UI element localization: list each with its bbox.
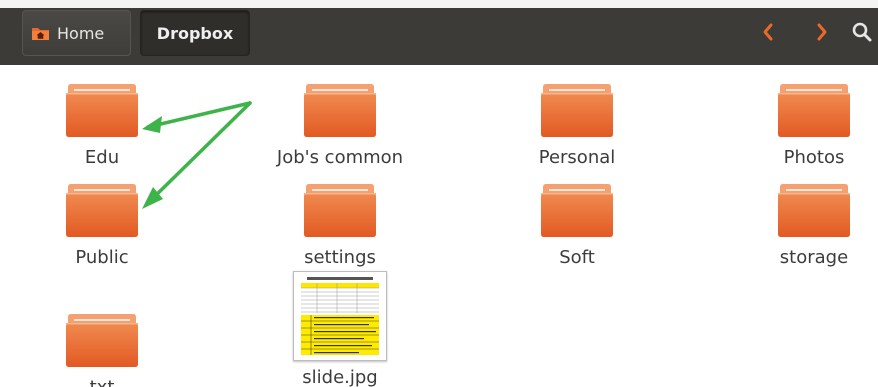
file-item-slide-jpg[interactable]: slide.jpg <box>255 271 425 387</box>
item-label: Personal <box>538 147 616 168</box>
back-button[interactable] <box>756 18 780 46</box>
folder-item-photos[interactable]: Photos <box>729 75 878 168</box>
home-folder-icon <box>31 25 50 41</box>
file-grid: Edu Job's common Personal Photos Public … <box>0 65 878 387</box>
breadcrumb-dropbox-label: Dropbox <box>156 23 234 43</box>
item-label: slide.jpg <box>302 367 378 387</box>
folder-item-soft[interactable]: Soft <box>492 175 662 268</box>
folder-item-txt[interactable]: txt <box>17 305 187 387</box>
header-top-strip <box>0 0 878 8</box>
folder-icon <box>66 183 138 241</box>
folder-icon <box>541 183 613 241</box>
forward-button[interactable] <box>810 18 834 46</box>
folder-item-settings[interactable]: settings <box>255 175 425 268</box>
breadcrumb-dropbox-button[interactable]: Dropbox <box>140 10 250 56</box>
folder-icon <box>66 83 138 141</box>
folder-item-storage[interactable]: storage <box>729 175 878 268</box>
folder-item-personal[interactable]: Personal <box>492 75 662 168</box>
document-preview-icon <box>297 275 383 357</box>
file-manager-window: Home Dropbox Edu Job's common Personal P… <box>0 0 878 387</box>
item-label: storage <box>779 247 849 268</box>
chevron-right-icon <box>817 23 827 41</box>
folder-icon <box>541 83 613 141</box>
item-label: Photos <box>783 147 845 168</box>
folder-item-edu[interactable]: Edu <box>17 75 187 168</box>
image-thumbnail <box>293 271 387 361</box>
folder-item-public[interactable]: Public <box>17 175 187 268</box>
chevron-left-icon <box>763 23 773 41</box>
breadcrumb-home-label: Home <box>57 23 105 43</box>
folder-item-jobs-common[interactable]: Job's common <box>255 75 425 168</box>
folder-icon <box>778 83 850 141</box>
search-icon <box>852 22 872 42</box>
item-label: txt <box>17 377 187 387</box>
search-button[interactable] <box>850 18 874 46</box>
item-label: Public <box>75 247 129 268</box>
item-label: settings <box>304 247 376 268</box>
header-bar: Home Dropbox <box>0 0 878 65</box>
item-label: Job's common <box>276 147 404 168</box>
folder-icon <box>66 313 138 371</box>
folder-icon <box>304 183 376 241</box>
breadcrumb-home-button[interactable]: Home <box>22 10 131 56</box>
folder-icon <box>778 183 850 241</box>
item-label: Edu <box>84 147 120 168</box>
folder-icon <box>304 83 376 141</box>
item-label: Soft <box>559 247 595 268</box>
